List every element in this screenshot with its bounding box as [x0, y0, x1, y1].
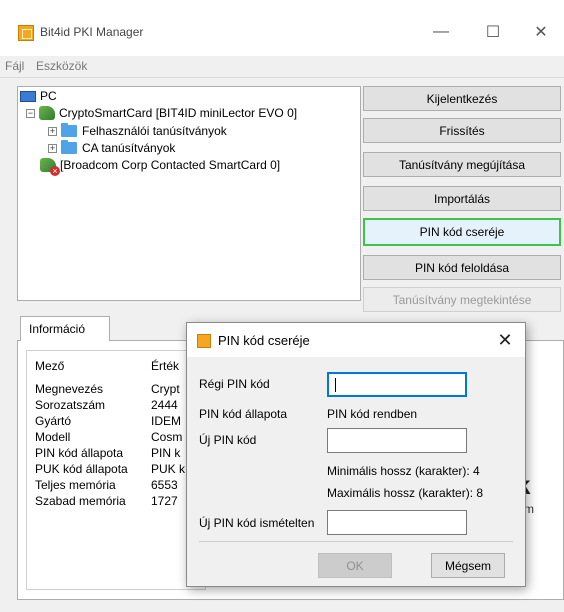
unblock-pin-button[interactable]: PIN kód feloldása [363, 255, 561, 280]
logout-button[interactable]: Kijelentkezés [363, 86, 561, 111]
expand-icon[interactable]: + [48, 143, 57, 153]
tab-information[interactable]: Információ [20, 316, 110, 341]
collapse-icon[interactable]: − [26, 108, 35, 118]
list-item[interactable]: Szabad memória [35, 493, 149, 509]
old-pin-field[interactable] [327, 372, 467, 397]
change-pin-dialog: PIN kód cseréje ✕ Régi PIN kód PIN kód á… [186, 322, 526, 587]
tree-item-card1[interactable]: − CryptoSmartCard [BIT4ID miniLector EVO… [26, 104, 297, 122]
renew-certificate-button[interactable]: Tanúsítvány megújítása [363, 152, 561, 177]
maximize-button[interactable]: ☐ [470, 17, 516, 47]
list-item[interactable]: Sorozatszám [35, 397, 149, 413]
device-tree[interactable]: PC − CryptoSmartCard [BIT4ID miniLector … [17, 86, 361, 301]
tree-item-ca-certs[interactable]: + CA tanúsítványok [48, 139, 175, 157]
change-pin-button[interactable]: PIN kód cseréje [363, 218, 561, 246]
tree-item-ca-certs-label: CA tanúsítványok [82, 141, 176, 155]
min-length-hint: Minimális hossz (karakter): 4 [327, 464, 480, 478]
list-item[interactable]: Megnevezés [35, 381, 149, 397]
tree-item-pc[interactable]: PC [20, 87, 57, 105]
pin-status-value: PIN kód rendben [327, 407, 418, 421]
ok-button[interactable]: OK [318, 553, 392, 578]
tree-item-user-certs[interactable]: + Felhasználói tanúsítványok [48, 122, 227, 140]
menu-bar: Fájl Eszközök [0, 56, 564, 78]
dialog-title: PIN kód cseréje [218, 333, 310, 348]
cancel-button[interactable]: Mégsem [431, 553, 505, 578]
new-pin-label: Új PIN kód [199, 433, 257, 447]
menu-file[interactable]: Fájl [5, 59, 24, 73]
new-pin-field[interactable] [327, 428, 467, 453]
column-header-value[interactable]: Érték [151, 359, 179, 373]
minimize-button[interactable]: — [418, 17, 464, 47]
menu-tools[interactable]: Eszközök [36, 59, 87, 73]
tree-item-card2[interactable]: [Broadcom Corp Contacted SmartCard 0] [40, 156, 281, 176]
tree-item-pc-label: PC [40, 89, 57, 103]
tree-item-card2-label: [Broadcom Corp Contacted SmartCard 0] [60, 158, 281, 172]
pin-status-label: PIN kód állapota [199, 407, 288, 421]
refresh-button[interactable]: Frissítés [363, 118, 561, 143]
dialog-title-bar: PIN kód cseréje ✕ [187, 323, 525, 357]
folder-icon [61, 123, 77, 137]
list-item[interactable]: PUK kód állapota [35, 461, 149, 477]
computer-icon [20, 90, 36, 102]
old-pin-label: Régi PIN kód [199, 377, 270, 391]
view-certificate-button[interactable]: Tanúsítvány megtekintése [363, 287, 561, 312]
column-header-field[interactable]: Mező [35, 359, 64, 373]
app-icon [197, 334, 211, 348]
repeat-pin-label: Új PIN kód ismételten [199, 516, 315, 530]
divider [199, 541, 513, 542]
close-button[interactable]: ✕ [518, 17, 564, 47]
list-item[interactable]: Teljes memória [35, 477, 149, 493]
text-caret [335, 378, 336, 392]
max-length-hint: Maximális hossz (karakter): 8 [327, 486, 484, 500]
smartcard-icon [39, 106, 55, 120]
list-item[interactable]: Modell [35, 429, 149, 445]
list-item[interactable]: PIN kód állapota [35, 445, 149, 461]
repeat-pin-field[interactable] [327, 510, 467, 535]
tree-item-user-certs-label: Felhasználói tanúsítványok [82, 124, 227, 138]
dialog-close-icon[interactable]: ✕ [493, 328, 517, 352]
import-button[interactable]: Importálás [363, 186, 561, 211]
list-item[interactable]: Gyártó [35, 413, 149, 429]
window-title: Bit4id PKI Manager [40, 25, 144, 39]
smartcard-error-icon [40, 158, 60, 176]
folder-icon [61, 140, 77, 154]
tree-item-card1-label: CryptoSmartCard [BIT4ID miniLector EVO 0… [59, 106, 298, 120]
app-icon [18, 25, 34, 41]
title-bar: Bit4id PKI Manager — ☐ ✕ [0, 0, 564, 56]
expand-icon[interactable]: + [48, 126, 57, 136]
info-list[interactable]: Mező Érték Megnevezés Crypt Sorozatszám … [26, 350, 206, 590]
